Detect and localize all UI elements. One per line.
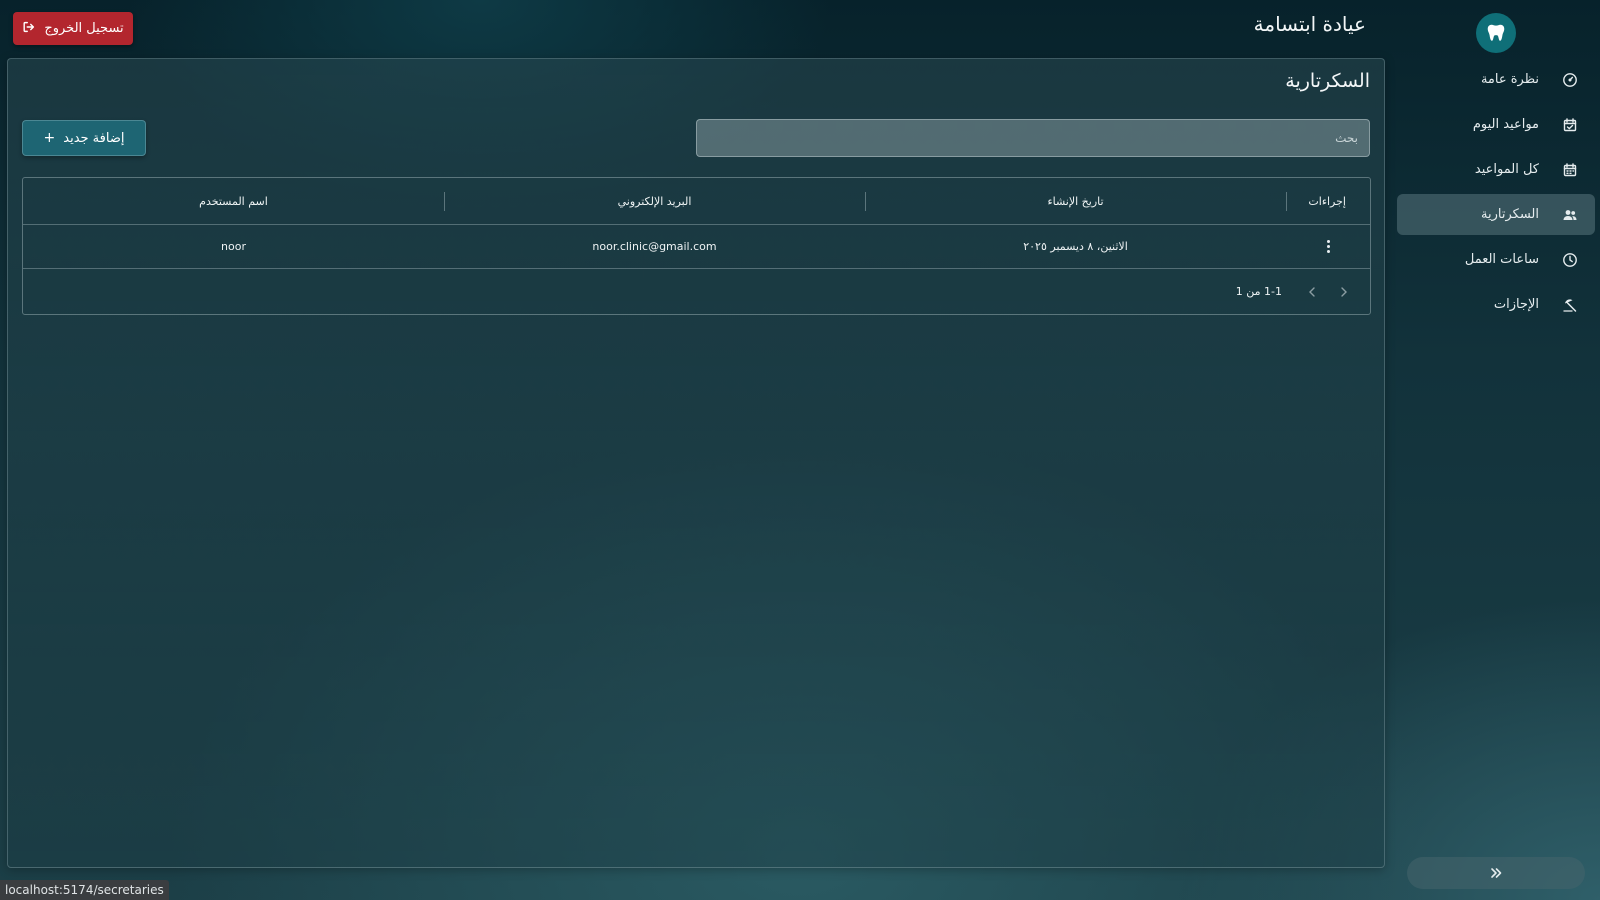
sidebar-item-working-hours[interactable]: ساعات العمل (1397, 239, 1595, 280)
search-input[interactable] (708, 131, 1358, 145)
sidebar-item-all-appointments[interactable]: كل المواعيد (1397, 149, 1595, 190)
logout-label: تسجيل الخروج (44, 21, 124, 36)
column-header-email[interactable]: البريد الإلكتروني (444, 178, 865, 224)
sidebar-nav: نظرة عامة مواعيد اليوم كل المواعيد السكر… (1397, 59, 1595, 329)
logout-button[interactable]: تسجيل الخروج (13, 12, 133, 45)
calendar-check-icon (1561, 116, 1579, 134)
page-title: السكرتارية (1285, 70, 1370, 92)
column-header-actions[interactable]: إجراءات (1286, 178, 1370, 224)
sidebar-item-overview[interactable]: نظرة عامة (1397, 59, 1595, 100)
sidebar-item-vacations[interactable]: الإجازات (1397, 284, 1595, 325)
add-new-label: إضافة جديد (63, 130, 125, 146)
tooth-icon (1487, 24, 1505, 41)
sidebar-item-label: السكرتارية (1481, 207, 1539, 222)
chevron-left-icon (1309, 286, 1315, 297)
sidebar-item-label: الإجازات (1493, 297, 1539, 312)
beach-umbrella-icon (1561, 296, 1579, 314)
clinic-logo[interactable] (1476, 13, 1516, 53)
app-title: عيادة ابتسامة (1253, 12, 1366, 36)
users-icon (1561, 206, 1579, 224)
plus-icon: + (43, 130, 56, 146)
row-actions-menu-button[interactable] (1286, 225, 1370, 268)
double-chevron-right-icon (1491, 868, 1502, 878)
gauge-icon (1561, 71, 1579, 89)
search-field[interactable] (696, 119, 1370, 157)
previous-page-button[interactable] (1328, 276, 1360, 308)
cell-created: الاثنين، ٨ ديسمبر ٢٠٢٥ (1023, 240, 1128, 253)
sidebar-item-label: نظرة عامة (1480, 72, 1539, 87)
cell-email: noor.clinic@gmail.com (592, 240, 717, 253)
secretaries-table: إجراءات تاريخ الإنشاء البريد الإلكتروني … (22, 177, 1371, 315)
cell-username: noor (221, 240, 246, 253)
sidebar-item-label: كل المواعيد (1474, 162, 1539, 177)
sidebar-item-today-appointments[interactable]: مواعيد اليوم (1397, 104, 1595, 145)
more-vertical-icon (1326, 240, 1330, 253)
add-new-button[interactable]: إضافة جديد + (22, 120, 146, 156)
calendar-icon (1561, 161, 1579, 179)
status-bar-url: localhost:5174/secretaries (0, 880, 169, 900)
column-header-username[interactable]: اسم المستخدم (23, 178, 444, 224)
clock-icon (1561, 251, 1579, 269)
pagination-range: 1-1 من 1 (1235, 285, 1282, 298)
table-header: إجراءات تاريخ الإنشاء البريد الإلكتروني … (23, 178, 1370, 225)
logout-icon (22, 20, 36, 38)
chevron-right-icon (1341, 286, 1347, 297)
sidebar-collapse-button[interactable] (1407, 857, 1585, 889)
sidebar-item-secretaries[interactable]: السكرتارية (1397, 194, 1595, 235)
column-header-created[interactable]: تاريخ الإنشاء (865, 178, 1286, 224)
next-page-button[interactable] (1296, 276, 1328, 308)
sidebar-item-label: ساعات العمل (1464, 252, 1539, 267)
main-panel: السكرتارية إضافة جديد + إجراءات تاريخ ال… (7, 58, 1385, 868)
table-row: الاثنين، ٨ ديسمبر ٢٠٢٥ noor.clinic@gmail… (23, 225, 1370, 269)
table-pagination: 1-1 من 1 (23, 269, 1370, 314)
sidebar-item-label: مواعيد اليوم (1472, 117, 1539, 132)
